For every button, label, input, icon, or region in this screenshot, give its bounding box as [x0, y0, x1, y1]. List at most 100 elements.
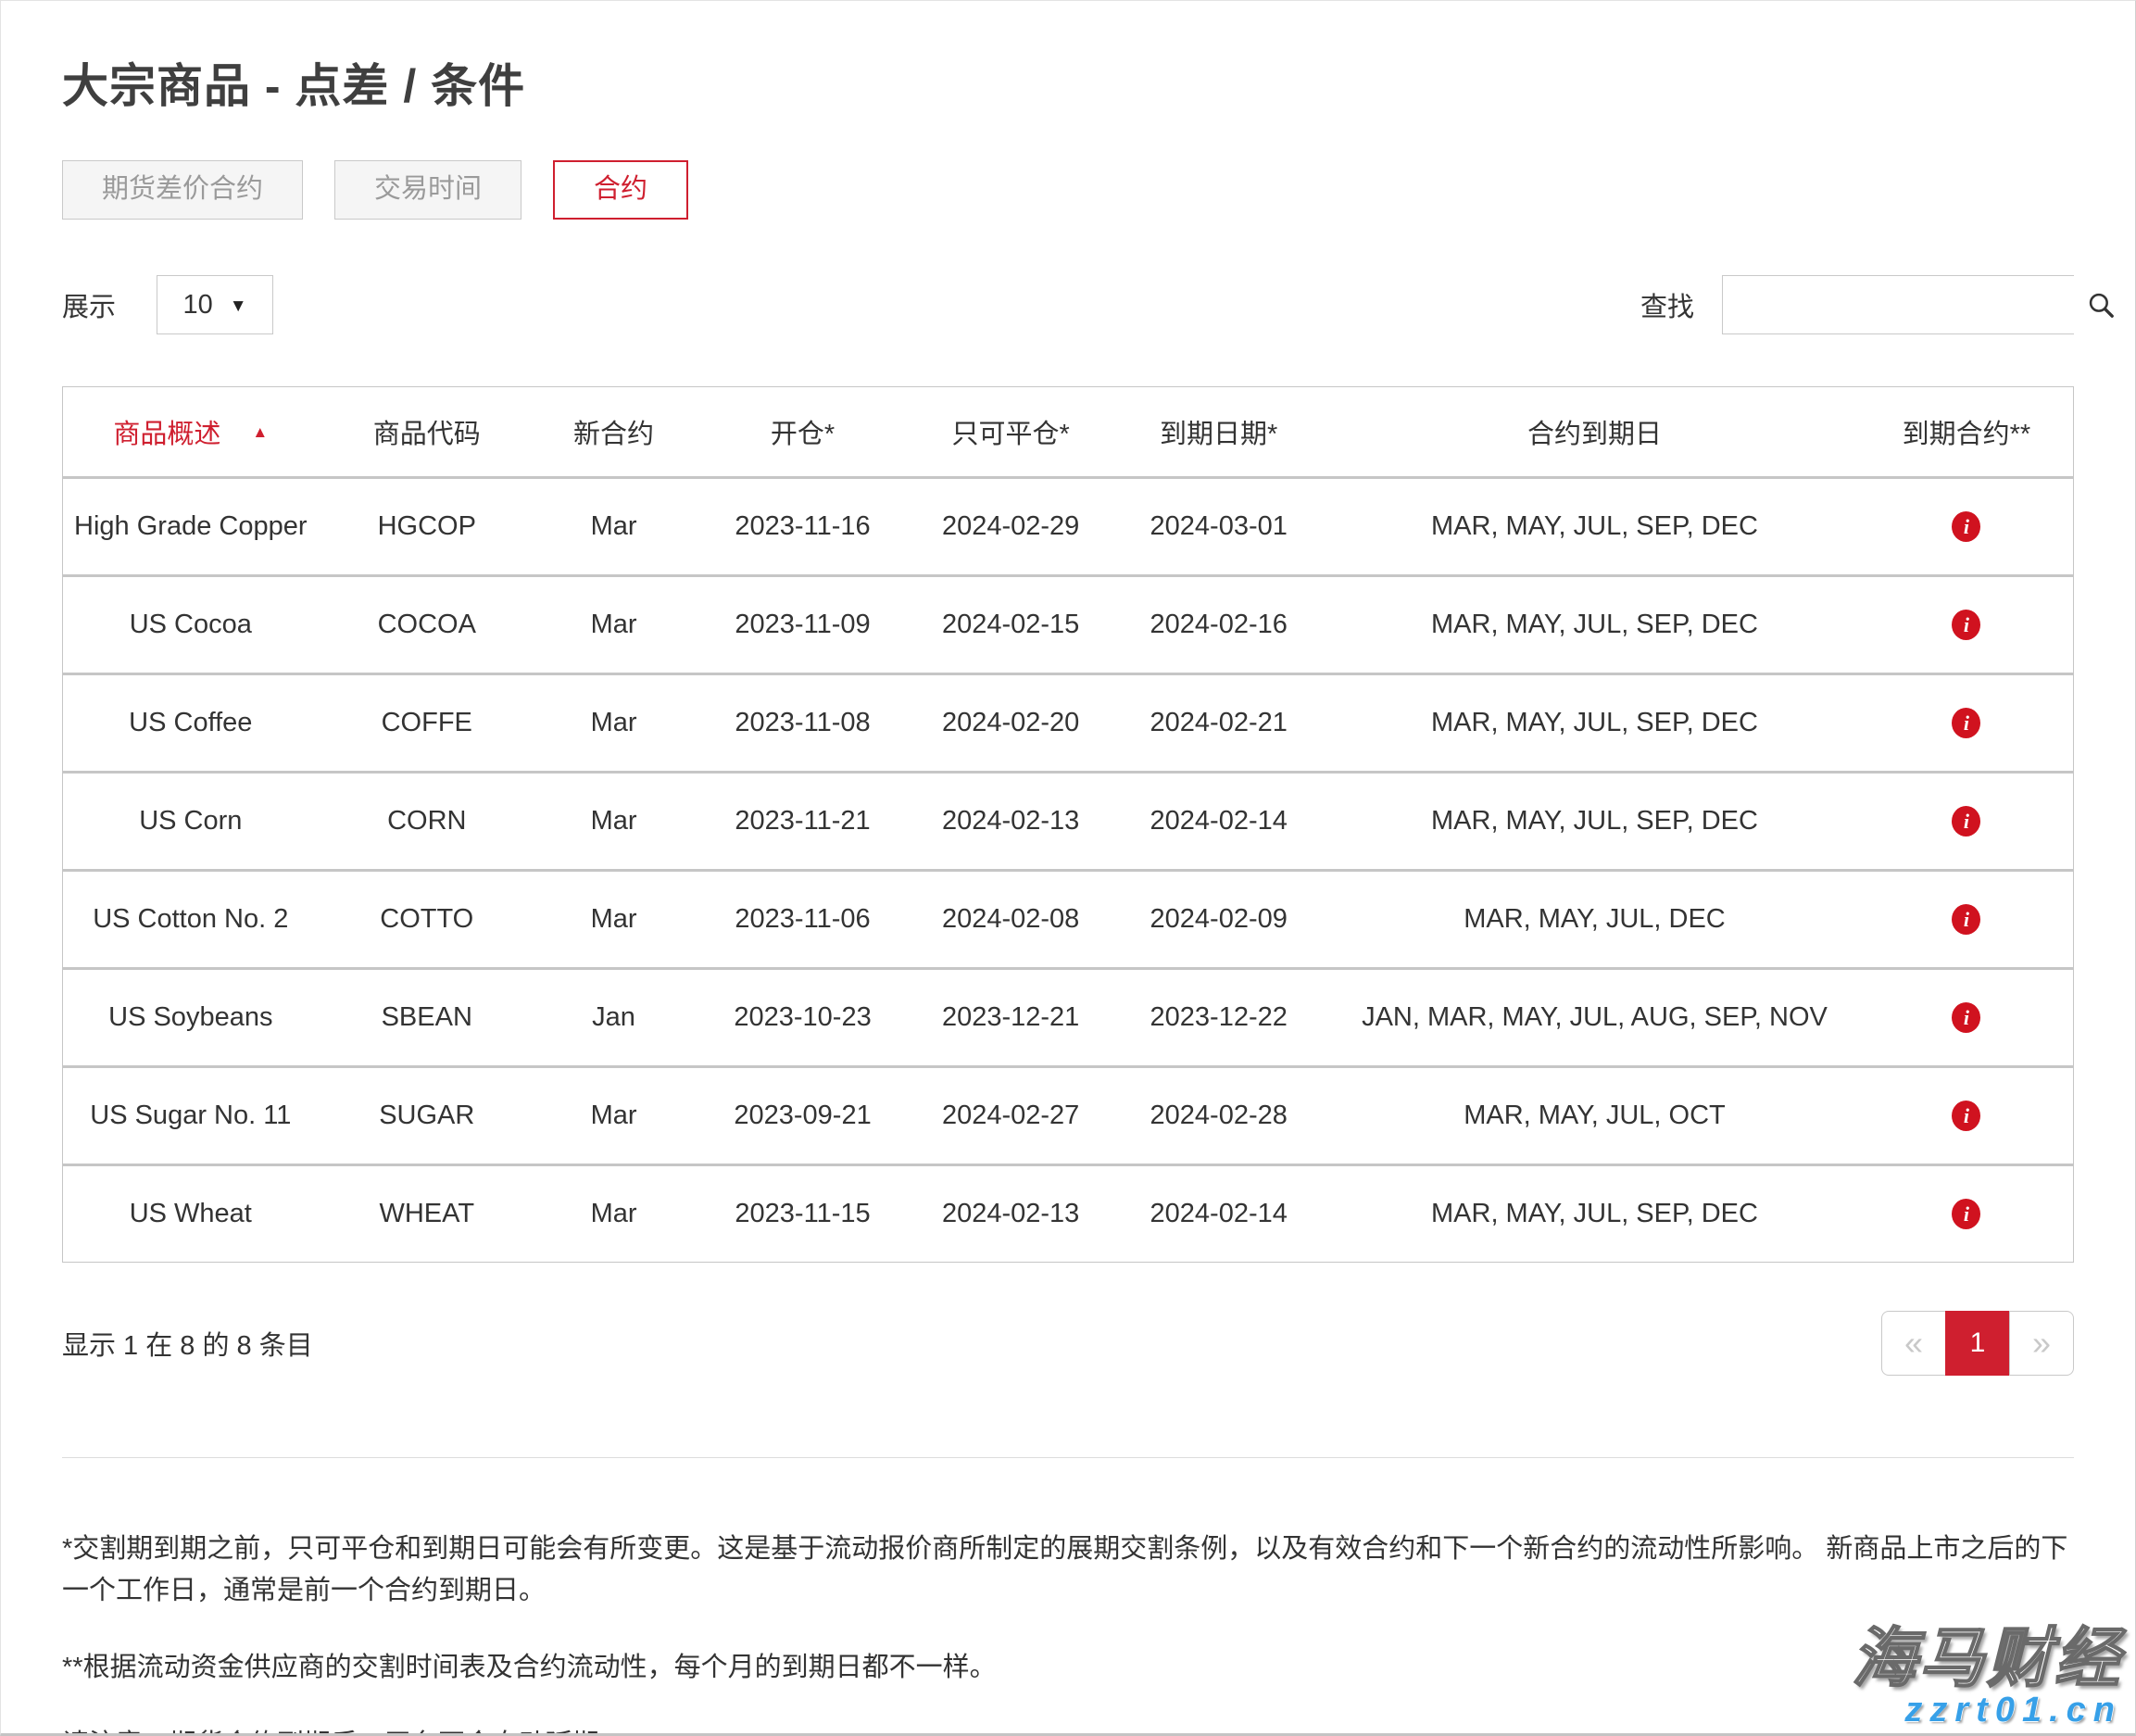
header-commodity-label: 商品概述 [113, 412, 220, 451]
expiry-date: 2024-02-14 [1108, 774, 1329, 869]
search-input[interactable] [1723, 276, 2085, 333]
info-icon[interactable]: i [1952, 708, 1980, 738]
tab-contracts[interactable]: 合约 [553, 160, 688, 220]
contracts-table: 商品概述 ▲ 商品代码 新合约 开仓* 只可平仓* 到期日期* 合约到期日 到期… [62, 386, 2074, 1263]
table-row: US Sugar No. 11 SUGAR Mar 2023-09-21 202… [63, 1065, 2073, 1164]
close-only-date: 2024-02-08 [913, 872, 1108, 967]
close-only-date: 2023-12-21 [913, 970, 1108, 1065]
close-only-date: 2024-02-13 [913, 1166, 1108, 1262]
open-date: 2023-11-15 [692, 1166, 913, 1262]
contract-months: MAR, MAY, JUL, DEC [1329, 872, 1860, 967]
open-date: 2023-11-16 [692, 479, 913, 574]
page-size-value: 10 [182, 290, 212, 321]
commodity-code: COTTO [319, 872, 535, 967]
info-icon[interactable]: i [1952, 1199, 1980, 1229]
new-contract: Mar [535, 675, 692, 771]
expiry-date: 2024-02-28 [1108, 1068, 1329, 1164]
info-icon[interactable]: i [1952, 1002, 1980, 1033]
open-date: 2023-11-06 [692, 872, 913, 967]
header-new-contract[interactable]: 新合约 [535, 387, 692, 476]
header-close-only[interactable]: 只可平仓* [913, 387, 1108, 476]
page-title: 大宗商品 - 点差 / 条件 [62, 49, 2074, 116]
header-expiry-date[interactable]: 到期日期* [1108, 387, 1329, 476]
footnotes: *交割期到期之前，只可平仓和到期日可能会有所变更。这是基于流动报价商所制定的展期… [62, 1528, 2074, 1736]
contract-months: MAR, MAY, JUL, SEP, DEC [1329, 577, 1860, 673]
info-icon[interactable]: i [1952, 511, 1980, 542]
header-commodity[interactable]: 商品概述 ▲ [63, 387, 319, 476]
close-only-date: 2024-02-27 [913, 1068, 1108, 1164]
new-contract: Mar [535, 479, 692, 574]
expiry-date: 2024-03-01 [1108, 479, 1329, 574]
commodity-name: US Corn [63, 774, 319, 869]
new-contract: Mar [535, 872, 692, 967]
watermark-brand: 海马财经 [1852, 1625, 2122, 1693]
chevron-down-icon: ▼ [230, 296, 247, 317]
table-row: High Grade Copper HGCOP Mar 2023-11-16 2… [63, 476, 2073, 574]
commodity-code: SUGAR [319, 1068, 535, 1164]
info-icon[interactable]: i [1952, 1101, 1980, 1131]
table-controls: 展示 10 ▼ 查找 [62, 275, 2074, 334]
commodity-name: High Grade Copper [63, 479, 319, 574]
show-label: 展示 [62, 285, 116, 324]
header-expiring-contract[interactable]: 到期合约** [1860, 387, 2073, 476]
contract-months: MAR, MAY, JUL, SEP, DEC [1329, 774, 1860, 869]
table-row: US Cocoa COCOA Mar 2023-11-09 2024-02-15… [63, 574, 2073, 673]
header-code[interactable]: 商品代码 [319, 387, 535, 476]
table-header-row: 商品概述 ▲ 商品代码 新合约 开仓* 只可平仓* 到期日期* 合约到期日 到期… [63, 387, 2073, 476]
close-only-date: 2024-02-15 [913, 577, 1108, 673]
commodity-code: COCOA [319, 577, 535, 673]
new-contract: Mar [535, 1166, 692, 1262]
new-contract: Mar [535, 774, 692, 869]
new-contract: Mar [535, 1068, 692, 1164]
open-date: 2023-11-21 [692, 774, 913, 869]
close-only-date: 2024-02-29 [913, 479, 1108, 574]
search-icon[interactable] [2085, 289, 2117, 321]
close-only-date: 2024-02-20 [913, 675, 1108, 771]
table-row: US Coffee COFFE Mar 2023-11-08 2024-02-2… [63, 673, 2073, 771]
page-size-select[interactable]: 10 ▼ [157, 275, 273, 334]
header-contract-months[interactable]: 合约到期日 [1329, 387, 1860, 476]
info-icon[interactable]: i [1952, 806, 1980, 837]
expiry-date: 2024-02-14 [1108, 1166, 1329, 1262]
pagination: « 1 » [1881, 1311, 2074, 1376]
commodity-code: WHEAT [319, 1166, 535, 1262]
info-icon[interactable]: i [1952, 610, 1980, 640]
commodity-code: HGCOP [319, 479, 535, 574]
commodity-name: US Wheat [63, 1166, 319, 1262]
footnote-2: **根据流动资金供应商的交割时间表及合约流动性，每个月的到期日都不一样。 [62, 1647, 2074, 1689]
info-icon[interactable]: i [1952, 904, 1980, 935]
table-row: US Cotton No. 2 COTTO Mar 2023-11-06 202… [63, 869, 2073, 967]
tab-bar: 期货差价合约 交易时间 合约 [62, 160, 2074, 220]
expiry-date: 2024-02-21 [1108, 675, 1329, 771]
prev-page-button[interactable]: « [1881, 1311, 1946, 1376]
commodity-name: US Cotton No. 2 [63, 872, 319, 967]
page: 大宗商品 - 点差 / 条件 期货差价合约 交易时间 合约 展示 10 ▼ 查找 [0, 0, 2136, 1736]
contract-months: MAR, MAY, JUL, SEP, DEC [1329, 1166, 1860, 1262]
contract-months: MAR, MAY, JUL, SEP, DEC [1329, 479, 1860, 574]
contract-months: MAR, MAY, JUL, OCT [1329, 1068, 1860, 1164]
contract-months: JAN, MAR, MAY, JUL, AUG, SEP, NOV [1329, 970, 1860, 1065]
commodity-code: COFFE [319, 675, 535, 771]
new-contract: Mar [535, 577, 692, 673]
divider [62, 1457, 2074, 1458]
watermark-url: zzrt01.cn [1852, 1692, 2122, 1730]
open-date: 2023-11-08 [692, 675, 913, 771]
new-contract: Jan [535, 970, 692, 1065]
tab-futures-cfd[interactable]: 期货差价合约 [62, 160, 303, 220]
tab-trading-hours[interactable]: 交易时间 [334, 160, 521, 220]
footnote-1: *交割期到期之前，只可平仓和到期日可能会有所变更。这是基于流动报价商所制定的展期… [62, 1528, 2074, 1612]
commodity-code: CORN [319, 774, 535, 869]
entries-summary: 显示 1 在 8 的 8 条目 [62, 1324, 313, 1363]
table-row: US Corn CORN Mar 2023-11-21 2024-02-13 2… [63, 771, 2073, 869]
current-page-button[interactable]: 1 [1945, 1311, 2010, 1376]
search-box [1722, 275, 2074, 334]
next-page-button[interactable]: » [2009, 1311, 2074, 1376]
header-open[interactable]: 开仓* [692, 387, 913, 476]
open-date: 2023-10-23 [692, 970, 913, 1065]
table-row: US Soybeans SBEAN Jan 2023-10-23 2023-12… [63, 967, 2073, 1065]
expiry-date: 2024-02-16 [1108, 577, 1329, 673]
pagination-row: 显示 1 在 8 的 8 条目 « 1 » [62, 1311, 2074, 1376]
commodity-code: SBEAN [319, 970, 535, 1065]
commodity-name: US Sugar No. 11 [63, 1068, 319, 1164]
sort-asc-icon: ▲ [252, 423, 268, 442]
